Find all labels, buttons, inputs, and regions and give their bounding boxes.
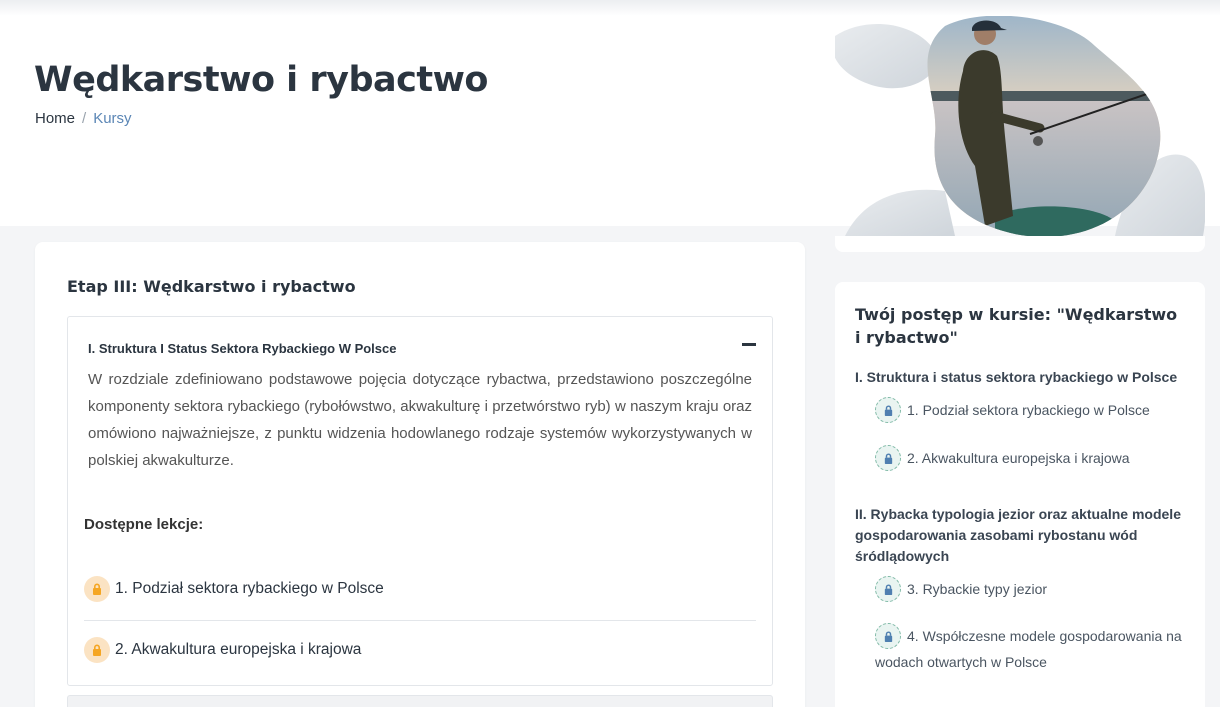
- lock-icon: [875, 445, 901, 472]
- chapter-title[interactable]: I. Struktura I Status Sektora Rybackiego…: [88, 341, 396, 356]
- breadcrumb-current[interactable]: Kursy: [93, 110, 131, 127]
- progress-title: Twój postęp w kursie: "Wędkarstwo i ryba…: [855, 303, 1185, 349]
- page-title: Wędkarstwo i rybactwo: [34, 60, 488, 100]
- chapter-accordion: I. Struktura I Status Sektora Rybackiego…: [67, 316, 773, 686]
- progress-lesson-4[interactable]: 4. Współczesne modele gospodarowania na …: [875, 623, 1190, 674]
- progress-lesson-2[interactable]: 2. Akwakultura europejska i krajowa: [875, 445, 1190, 472]
- progress-title-prefix: Twój postęp w kursie:: [855, 305, 1057, 324]
- available-lessons-heading: Dostępne lekcje:: [84, 516, 204, 533]
- progress-lesson-label[interactable]: 1. Podział sektora rybackiego w Polsce: [907, 402, 1150, 418]
- progress-section-title-2: II. Rybacka typologia jezior oraz aktual…: [855, 506, 1181, 564]
- course-stage-card: Etap III: Wędkarstwo i rybactwo I. Struk…: [35, 242, 805, 707]
- lesson-divider: [84, 620, 756, 621]
- collapse-icon[interactable]: [742, 337, 756, 351]
- stage-title: Etap III: Wędkarstwo i rybactwo: [67, 277, 356, 296]
- breadcrumb-separator: /: [82, 110, 87, 127]
- course-progress-card: Twój postęp w kursie: "Wędkarstwo i ryba…: [835, 282, 1205, 707]
- progress-lesson-3[interactable]: 3. Rybackie typy jezior: [875, 576, 1190, 603]
- progress-lesson-label[interactable]: 3. Rybackie typy jezior: [907, 581, 1047, 597]
- hero-fishing-image: [835, 16, 1205, 236]
- next-chapter-accordion[interactable]: [67, 695, 773, 707]
- lock-icon: [875, 623, 901, 650]
- lesson-label[interactable]: 1. Podział sektora rybackiego w Polsce: [115, 580, 384, 598]
- progress-section-title-1: I. Struktura i status sektora rybackiego…: [855, 369, 1178, 385]
- lock-icon: [875, 397, 901, 424]
- lock-icon: [875, 576, 901, 603]
- lock-icon: [84, 576, 110, 602]
- top-strip: [0, 0, 1220, 16]
- angler-illustration: [835, 16, 1205, 236]
- chapter-description: W rozdziale zdefiniowano podstawowe poję…: [88, 371, 752, 469]
- lesson-item-1[interactable]: 1. Podział sektora rybackiego w Polsce: [84, 574, 756, 604]
- progress-lesson-label[interactable]: 2. Akwakultura europejska i krajowa: [907, 450, 1130, 466]
- breadcrumb: Home / Kursy: [35, 110, 132, 127]
- breadcrumb-home-link[interactable]: Home: [35, 110, 75, 127]
- lesson-item-2[interactable]: 2. Akwakultura europejska i krajowa: [84, 635, 756, 665]
- progress-lesson-label[interactable]: 4. Współczesne modele gospodarowania na …: [875, 628, 1182, 670]
- progress-lesson-1[interactable]: 1. Podział sektora rybackiego w Polsce: [875, 397, 1190, 424]
- lock-icon: [84, 637, 110, 663]
- lesson-label[interactable]: 2. Akwakultura europejska i krajowa: [115, 641, 361, 659]
- hero-image-frame: [835, 236, 1205, 252]
